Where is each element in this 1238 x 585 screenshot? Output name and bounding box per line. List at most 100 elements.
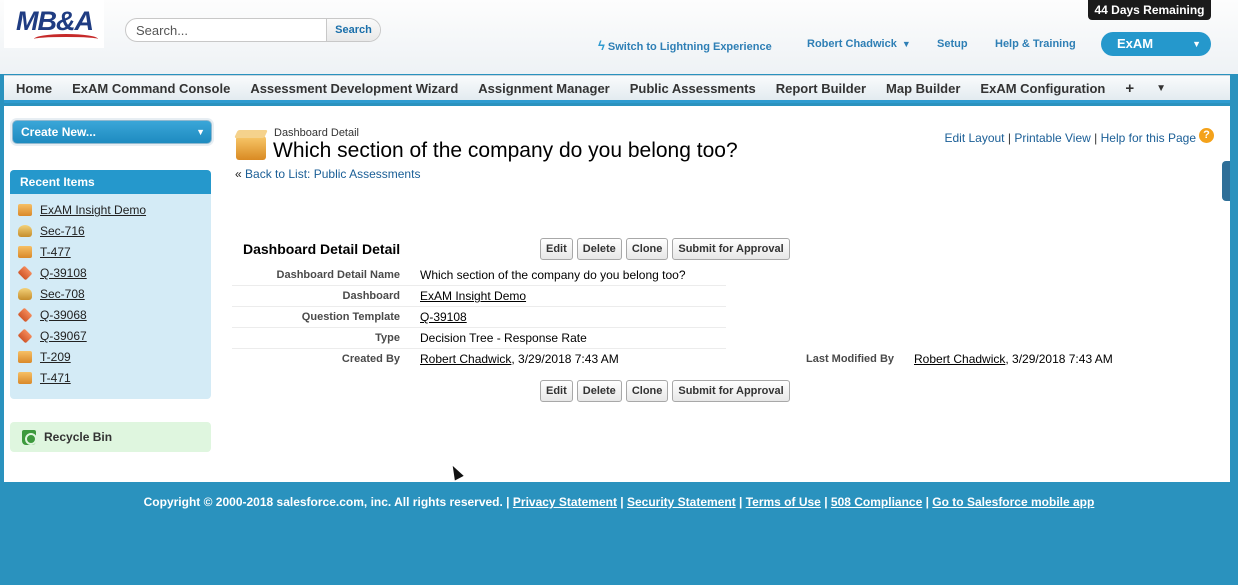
setup-link[interactable]: Setup (937, 38, 968, 50)
cube-icon (17, 307, 33, 323)
recycle-bin-link[interactable]: Recycle Bin (10, 422, 211, 452)
switch-to-lightning-link[interactable]: ϟ Switch to Lightning Experience (598, 38, 772, 53)
security-statement-link[interactable]: Security Statement (627, 495, 736, 509)
recent-item-link[interactable]: ExAM Insight Demo (40, 203, 146, 217)
bottom-button-row: Edit Delete Clone Submit for Approval (540, 380, 794, 402)
created-by-user-link[interactable]: Robert Chadwick (420, 352, 511, 366)
salesforce-mobile-link[interactable]: Go to Salesforce mobile app (932, 495, 1094, 509)
recent-item-link[interactable]: Sec-708 (40, 287, 85, 301)
field-value: Decision Tree - Response Rate (420, 331, 587, 345)
list-item[interactable]: Sec-716 (18, 222, 85, 240)
more-tabs-icon[interactable]: ▼ (1156, 83, 1166, 94)
app-name: ExAM (1117, 36, 1154, 51)
copyright-text: Copyright © 2000-2018 salesforce.com, in… (143, 495, 510, 509)
recent-item-link[interactable]: Q-39067 (40, 329, 87, 343)
stack-icon (18, 225, 32, 237)
edit-button[interactable]: Edit (540, 238, 573, 260)
app-picker[interactable]: ExAM ▼ (1101, 32, 1211, 56)
tab-assignment-manager[interactable]: Assignment Manager (478, 81, 609, 96)
list-item[interactable]: ExAM Insight Demo (18, 201, 146, 219)
page-title: Which section of the company do you belo… (273, 139, 738, 162)
recent-item-link[interactable]: Q-39108 (40, 266, 87, 280)
search-box: Search (125, 18, 381, 42)
stack-icon (18, 288, 32, 300)
chevron-down-icon: ▼ (196, 127, 205, 137)
recent-item-link[interactable]: T-471 (40, 371, 71, 385)
tab-home[interactable]: Home (16, 81, 52, 96)
plus-icon[interactable]: + (1125, 80, 1134, 97)
recent-item-link[interactable]: Sec-716 (40, 224, 85, 238)
field-label: Created By (341, 353, 400, 365)
search-input[interactable] (126, 19, 328, 41)
recent-item-link[interactable]: Q-39068 (40, 308, 87, 322)
recent-item-link[interactable]: T-477 (40, 245, 71, 259)
section-title: Dashboard Detail Detail (243, 241, 401, 257)
help-for-page-link[interactable]: Help for this Page (1101, 131, 1196, 145)
top-button-row: Edit Delete Clone Submit for Approval (540, 238, 794, 260)
field-value: Which section of the company do you belo… (420, 268, 686, 282)
detail-row: Dashboard ExAM Insight Demo (232, 286, 726, 307)
clone-button[interactable]: Clone (625, 380, 669, 402)
box-icon (18, 351, 32, 363)
question-template-link[interactable]: Q-39108 (420, 310, 467, 324)
tab-bar: Home ExAM Command Console Assessment Dev… (4, 75, 1230, 103)
company-logo[interactable]: MB&A (4, 0, 104, 48)
clone-button[interactable]: Clone (625, 238, 669, 260)
tab-assessment-development-wizard[interactable]: Assessment Development Wizard (250, 81, 458, 96)
back-arrow-icon: « (235, 167, 242, 181)
cube-icon (17, 328, 33, 344)
submit-for-approval-button[interactable]: Submit for Approval (672, 380, 790, 402)
logo-text: MB&A (16, 6, 94, 36)
tab-public-assessments[interactable]: Public Assessments (630, 81, 756, 96)
lightning-link-label: Switch to Lightning Experience (607, 41, 772, 53)
list-item[interactable]: T-471 (18, 369, 71, 387)
list-item[interactable]: Sec-708 (18, 285, 85, 303)
terms-of-use-link[interactable]: Terms of Use (746, 495, 821, 509)
create-new-button[interactable]: Create New... ▼ (12, 120, 212, 144)
edit-layout-link[interactable]: Edit Layout (944, 131, 1004, 145)
delete-button[interactable]: Delete (576, 238, 622, 260)
help-icon[interactable]: ? (1199, 128, 1214, 143)
tab-exam-configuration[interactable]: ExAM Configuration (980, 81, 1105, 96)
sidebar-collapse-handle[interactable] (1222, 161, 1230, 201)
delete-button[interactable]: Delete (576, 380, 622, 402)
chevron-down-icon: ▼ (1192, 39, 1201, 49)
list-item[interactable]: Q-39067 (17, 327, 87, 345)
back-to-list-link[interactable]: Back to List: Public Assessments (245, 167, 420, 181)
last-modified-value: Robert Chadwick, 3/29/2018 7:43 AM (914, 352, 1113, 366)
list-item[interactable]: Q-39108 (17, 264, 87, 282)
logo-swoosh-icon (34, 34, 98, 44)
tab-exam-command-console[interactable]: ExAM Command Console (72, 81, 230, 96)
search-button[interactable]: Search (326, 19, 380, 41)
mouse-cursor-icon (448, 463, 464, 481)
field-label: Last Modified By (806, 353, 895, 365)
field-label: Dashboard (342, 290, 400, 302)
help-training-link[interactable]: Help & Training (995, 38, 1076, 50)
cube-icon (17, 265, 33, 281)
list-item[interactable]: Q-39068 (17, 306, 87, 324)
tab-report-builder[interactable]: Report Builder (776, 81, 866, 96)
detail-row: Type Decision Tree - Response Rate (232, 328, 726, 349)
edit-button[interactable]: Edit (540, 380, 573, 402)
field-label: Type (375, 332, 400, 344)
privacy-statement-link[interactable]: Privacy Statement (513, 495, 617, 509)
created-by-date: , 3/29/2018 7:43 AM (511, 352, 619, 366)
printable-view-link[interactable]: Printable View (1014, 131, 1091, 145)
508-compliance-link[interactable]: 508 Compliance (831, 495, 922, 509)
page-type-label: Dashboard Detail (274, 127, 359, 139)
detail-row: Dashboard Detail Name Which section of t… (232, 265, 726, 286)
box-icon (18, 204, 32, 216)
create-new-label: Create New... (21, 125, 96, 139)
last-modified-user-link[interactable]: Robert Chadwick (914, 352, 1005, 366)
box-icon (18, 372, 32, 384)
tab-map-builder[interactable]: Map Builder (886, 81, 960, 96)
submit-for-approval-button[interactable]: Submit for Approval (672, 238, 790, 260)
list-item[interactable]: T-209 (18, 348, 71, 366)
user-name: Robert Chadwick (807, 38, 897, 50)
recent-item-link[interactable]: T-209 (40, 350, 71, 364)
user-menu[interactable]: Robert Chadwick ▼ (807, 38, 911, 50)
list-item[interactable]: T-477 (18, 243, 71, 261)
footer: Copyright © 2000-2018 salesforce.com, in… (143, 495, 1095, 509)
dashboard-box-icon (236, 136, 266, 160)
dashboard-link[interactable]: ExAM Insight Demo (420, 289, 526, 303)
